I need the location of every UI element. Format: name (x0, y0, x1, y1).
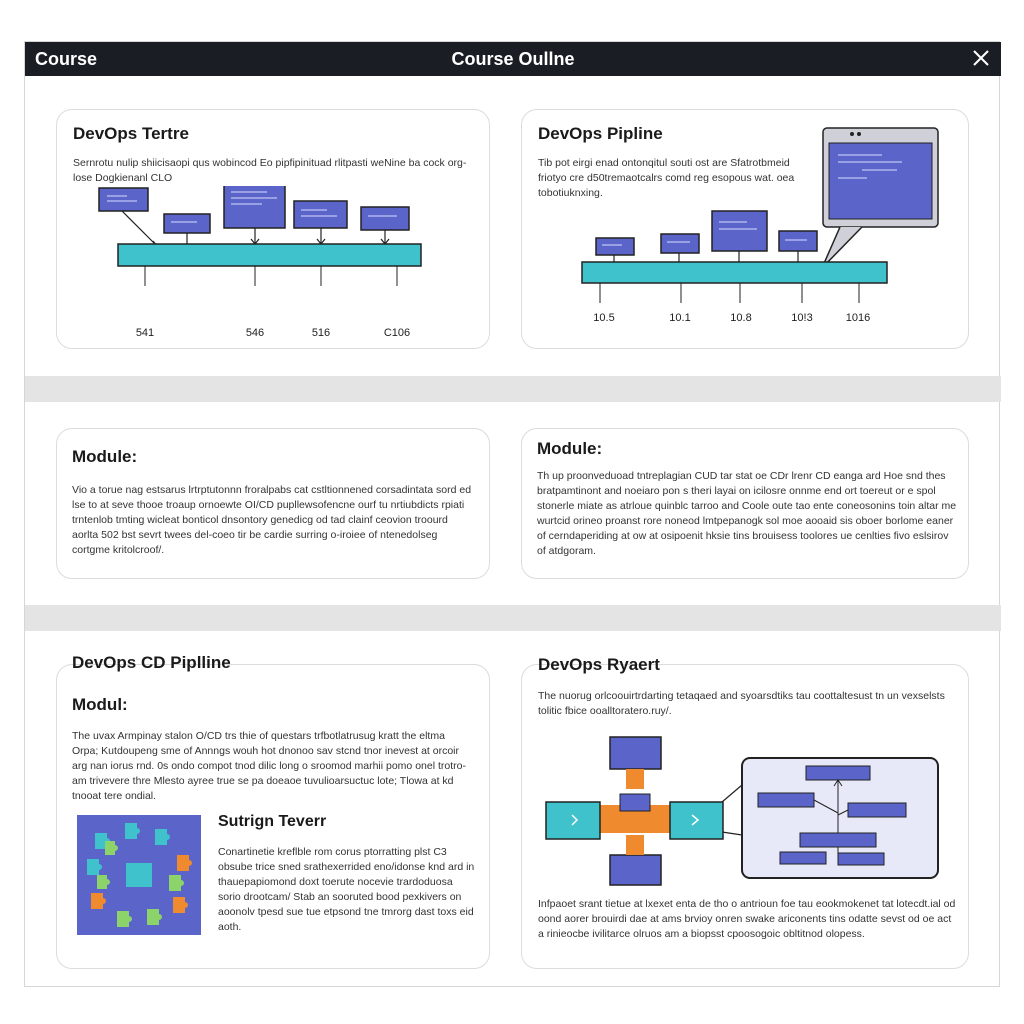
detail-callout (741, 757, 939, 879)
card-devops-pipline: DevOps Pipline Tib pot eirgi enad ontonq… (521, 109, 969, 349)
card-text: Th up proonveduoad tntreplagian CUD tar … (537, 470, 957, 557)
timeline-tick-marks (144, 266, 398, 286)
pipeline-stage-box (98, 187, 149, 212)
timeline-tick-label: 10.5 (593, 312, 614, 324)
connector-arrows (721, 784, 743, 836)
timeline-tick-label: 10.8 (730, 312, 751, 324)
pipeline-timeline-diagram: 541 546 516 C106 (98, 186, 422, 336)
card-devops-tertre: DevOps Tertre Sernrotu nulip shiicisaopi… (56, 109, 490, 349)
stage-box (545, 801, 601, 840)
section-divider (25, 376, 1001, 402)
title-bar: Course Course Oullne (25, 42, 1001, 76)
card-devops-ryaert: DevOps Ryaert The nuorug orlcoouirtrdart… (521, 655, 969, 969)
timeline-tick-label: 541 (136, 327, 154, 336)
stage-box (609, 736, 662, 770)
pipeline-timeline-diagram: 10.5 10.1 10.8 10!3 1016 (581, 127, 939, 324)
pipeline-stage-box (595, 237, 635, 256)
timeline-tick-label: C106 (384, 327, 410, 336)
arrow-connector (626, 769, 644, 789)
card-title: DevOps CD Piplline (72, 653, 231, 672)
card-text: Sernrotu nulip shiicisaopi qus wobincod … (73, 157, 467, 184)
pipeline-stage-box (778, 230, 818, 252)
pipeline-stage-box (293, 200, 348, 229)
timeline-tick-marks (599, 283, 860, 303)
connector-arrows (613, 251, 799, 262)
timeline-tick-label: 10.1 (669, 312, 690, 324)
timeline-bar (581, 261, 888, 284)
monitor-callout (821, 127, 939, 269)
course-window: Course Course Oullne DevOps Tertre Sernr… (24, 41, 1001, 987)
pipeline-stage-box (163, 213, 211, 234)
card-title: Module: (72, 447, 138, 466)
pipeline-stage-box (360, 206, 410, 231)
close-icon[interactable] (969, 46, 993, 70)
section-divider (25, 605, 1001, 631)
stage-box (619, 793, 651, 812)
card-text-secondary: Infpaoet srant tietue at lxexet enta de … (538, 898, 956, 940)
timeline-tick-label: 516 (312, 327, 330, 336)
card-text: Vio a torue nag estsarus lrtrptutonnn fr… (72, 484, 472, 556)
card-title: Module: (537, 439, 603, 458)
section-text: Conartinetie kreflble rom corus ptorratt… (218, 846, 475, 933)
timeline-tick-label: 1016 (846, 312, 870, 324)
card-title: DevOps Tertre (73, 124, 189, 143)
window-title: Course Oullne (451, 49, 575, 69)
section-title: Sutrign Teverr (218, 813, 327, 830)
pipeline-stage-box (660, 233, 700, 254)
stage-box (609, 854, 662, 886)
pipeline-stage-box (223, 186, 286, 229)
puzzle-pieces-illustration (77, 815, 201, 935)
card-devops-cd-piplline: DevOps CD Piplline Modul: The uvax Armpi… (56, 653, 490, 969)
card-module: Module: Th up proonveduoad tntreplagian … (521, 428, 969, 579)
card-text: The uvax Armpinay stalon O/CD trs thie o… (72, 730, 466, 802)
arrow-connector (626, 835, 644, 855)
timeline-bar (117, 243, 422, 267)
timeline-tick-label: 546 (246, 327, 264, 336)
card-subtitle: Modul: (72, 695, 128, 714)
card-module: Module: Vio a torue nag estsarus lrtrptu… (56, 428, 490, 579)
pipeline-stage-box (711, 210, 768, 252)
timeline-tick-label: 10!3 (791, 312, 812, 324)
